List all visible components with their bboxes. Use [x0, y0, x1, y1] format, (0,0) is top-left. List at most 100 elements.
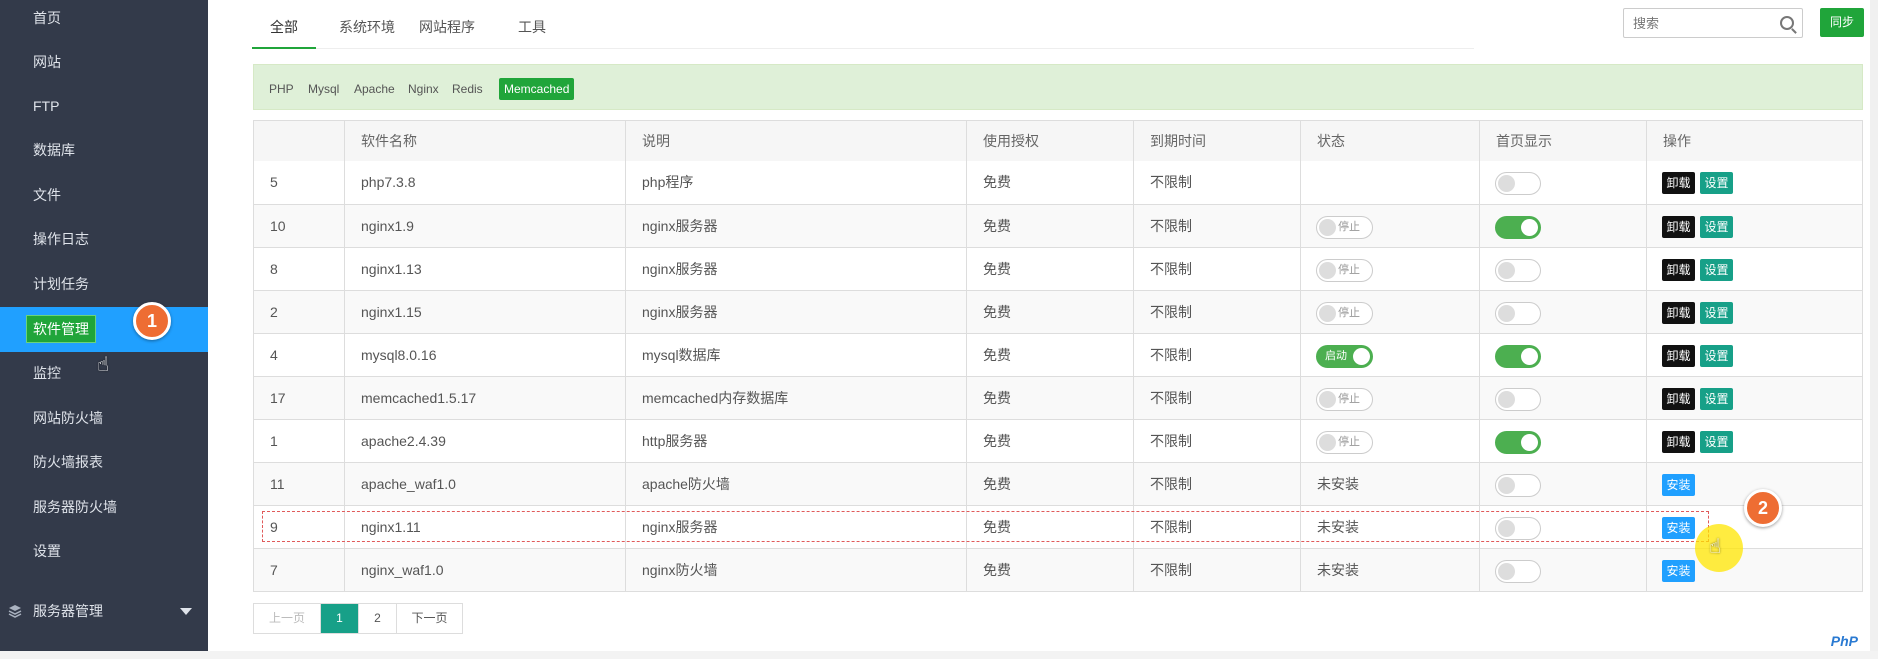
sidebar-item-logs[interactable]: 操作日志 [0, 219, 208, 259]
filter-memcached[interactable]: Memcached [499, 78, 575, 100]
settings-button[interactable]: 设置 [1700, 388, 1733, 410]
uninstall-button[interactable]: 卸载 [1662, 388, 1695, 410]
category-filter-bar: PHP Mysql Apache Nginx Redis Memcached [253, 64, 1863, 110]
search-icon[interactable] [1780, 16, 1794, 30]
window-edge [0, 651, 1878, 659]
cell-id: 7 [270, 562, 278, 578]
table-row: 10 nginx1.9 nginx服务器 免费 不限制 停止 卸载 设置 [254, 204, 1862, 247]
home-display-switch[interactable] [1495, 388, 1541, 411]
page-1-button[interactable]: 1 [320, 604, 358, 633]
home-display-switch[interactable] [1495, 259, 1541, 282]
cell-actions: 卸载 设置 [1646, 377, 1864, 419]
cell-id: 17 [270, 390, 286, 406]
cell-expiry: 不限制 [1133, 549, 1300, 591]
cell-description: http服务器 [625, 420, 966, 462]
home-display-switch[interactable] [1495, 431, 1541, 454]
cell-license: 免费 [966, 248, 1133, 290]
filter-php[interactable]: PHP [269, 79, 294, 99]
cell-name: php7.3.8 [344, 161, 625, 204]
home-display-switch[interactable] [1495, 474, 1541, 497]
filter-apache[interactable]: Apache [354, 79, 395, 99]
cell-actions: 卸载 设置 [1646, 291, 1864, 333]
header-id [254, 121, 344, 161]
cell-id: 5 [270, 174, 278, 190]
install-button[interactable]: 安装 [1662, 560, 1695, 582]
sidebar-item-database[interactable]: 数据库 [0, 130, 208, 170]
filter-nginx[interactable]: Nginx [408, 79, 439, 99]
filter-redis[interactable]: Redis [452, 79, 483, 99]
cell-name: nginx1.15 [344, 291, 625, 333]
sidebar-item-settings[interactable]: 设置 [0, 531, 208, 571]
callout-badge-2: 2 [1744, 489, 1782, 527]
uninstall-button[interactable]: 卸载 [1662, 216, 1695, 238]
page-2-button[interactable]: 2 [358, 604, 396, 633]
settings-button[interactable]: 设置 [1700, 216, 1733, 238]
tab-all[interactable]: 全部 [252, 0, 316, 49]
sidebar-item-software[interactable]: 软件管理 [0, 307, 208, 352]
settings-button[interactable]: 设置 [1700, 302, 1733, 324]
status-toggle[interactable]: 停止 [1316, 216, 1373, 239]
tab-tools[interactable]: 工具 [515, 0, 549, 49]
search-box [1623, 8, 1803, 38]
table-row: 4 mysql8.0.16 mysql数据库 免费 不限制 启动 卸载 设置 [254, 333, 1862, 376]
status-toggle[interactable]: 停止 [1316, 302, 1373, 325]
sidebar-item-firewall-report[interactable]: 防火墙报表 [0, 442, 208, 482]
cell-id: 1 [270, 433, 278, 449]
cell-home-display [1479, 377, 1646, 419]
settings-button[interactable]: 设置 [1700, 172, 1733, 194]
status-label: 启动 [1325, 350, 1347, 362]
uninstall-button[interactable]: 卸载 [1662, 345, 1695, 367]
home-display-switch[interactable] [1495, 560, 1541, 583]
uninstall-button[interactable]: 卸载 [1662, 259, 1695, 281]
cell-name: apache2.4.39 [344, 420, 625, 462]
sidebar-item-ftp[interactable]: FTP [0, 86, 208, 126]
cell-license: 免费 [966, 420, 1133, 462]
home-display-switch[interactable] [1495, 302, 1541, 325]
sidebar-item-label: 软件管理 [26, 315, 96, 343]
switch-knob [1498, 262, 1515, 279]
uninstall-button[interactable]: 卸载 [1662, 431, 1695, 453]
sidebar-item-waf[interactable]: 网站防火墙 [0, 398, 208, 438]
home-display-switch[interactable] [1495, 172, 1541, 195]
cell-license: 免费 [966, 205, 1133, 247]
home-display-switch[interactable] [1495, 345, 1541, 368]
chevron-down-icon[interactable] [180, 608, 192, 615]
cell-license: 免费 [966, 161, 1133, 204]
server-management-label: 服务器管理 [33, 603, 103, 619]
status-toggle[interactable]: 停止 [1316, 388, 1373, 411]
cell-status [1300, 161, 1479, 204]
cell-description: nginx服务器 [625, 291, 966, 333]
filter-mysql[interactable]: Mysql [308, 79, 339, 99]
next-page-button[interactable]: 下一页 [396, 604, 462, 633]
uninstall-button[interactable]: 卸载 [1662, 172, 1695, 194]
prev-page-button[interactable]: 上一页 [254, 604, 320, 633]
cell-expiry: 不限制 [1133, 291, 1300, 333]
search-input[interactable] [1624, 9, 1764, 37]
toggle-knob [1319, 434, 1336, 451]
settings-button[interactable]: 设置 [1700, 431, 1733, 453]
callout-badge-1: 1 [133, 302, 171, 340]
layers-icon [8, 605, 22, 618]
sidebar-item-files[interactable]: 文件 [0, 175, 208, 215]
sidebar-item-home[interactable]: 首页 [0, 0, 208, 38]
tab-system-env[interactable]: 系统环境 [336, 0, 398, 49]
sidebar-item-website[interactable]: 网站 [0, 42, 208, 82]
settings-button[interactable]: 设置 [1700, 259, 1733, 281]
cell-home-display [1479, 334, 1646, 376]
sync-button[interactable]: 同步 [1820, 8, 1864, 37]
settings-button[interactable]: 设置 [1700, 345, 1733, 367]
status-toggle[interactable]: 停止 [1316, 431, 1373, 454]
sidebar: 首页 网站 FTP 数据库 文件 操作日志 计划任务 软件管理 监控 网站防火墙… [0, 0, 208, 651]
home-display-switch[interactable] [1495, 216, 1541, 239]
sidebar-item-cron[interactable]: 计划任务 [0, 264, 208, 304]
status-toggle[interactable]: 停止 [1316, 259, 1373, 282]
cell-name: nginx1.9 [344, 205, 625, 247]
tab-website-apps[interactable]: 网站程序 [416, 0, 478, 49]
sidebar-item-server-firewall[interactable]: 服务器防火墙 [0, 487, 208, 527]
install-button[interactable]: 安装 [1662, 474, 1695, 496]
cell-expiry: 不限制 [1133, 248, 1300, 290]
status-toggle[interactable]: 启动 [1316, 345, 1373, 368]
sidebar-server-management[interactable]: 服务器管理 [0, 590, 208, 632]
uninstall-button[interactable]: 卸载 [1662, 302, 1695, 324]
header-home-display: 首页显示 [1479, 121, 1646, 161]
